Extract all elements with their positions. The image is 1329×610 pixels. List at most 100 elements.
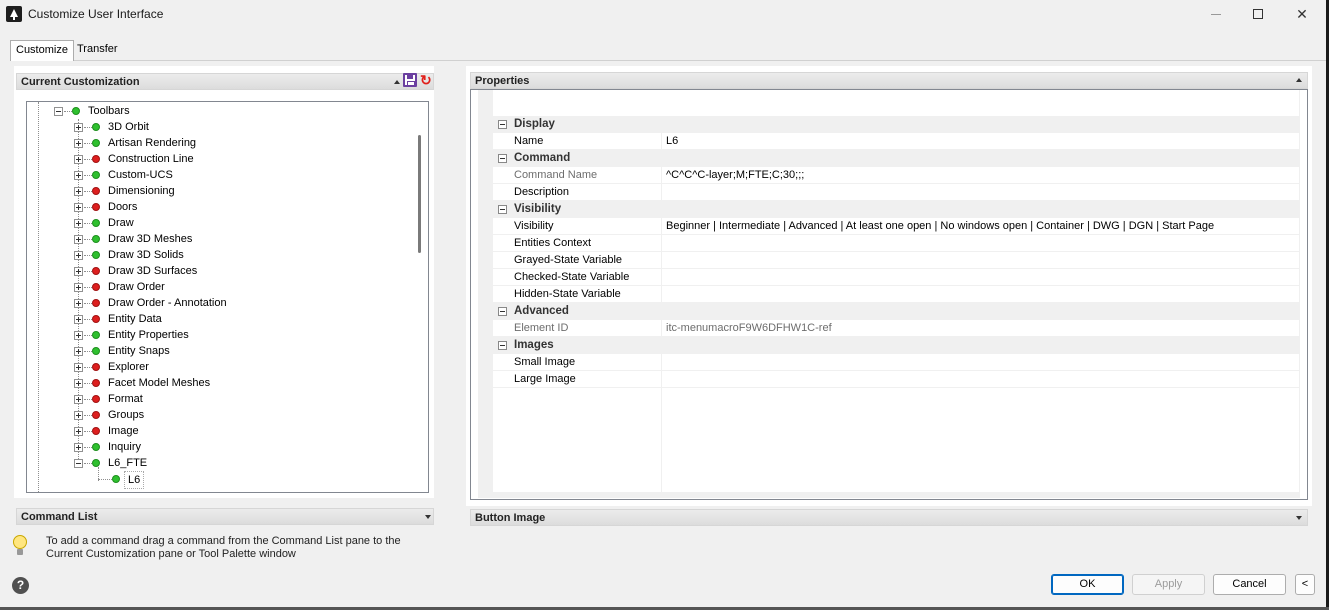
tree-item-entity-snaps[interactable]: Entity Snaps (74, 343, 404, 359)
expand-icon[interactable] (74, 299, 83, 308)
properties-header[interactable]: Properties (470, 72, 1308, 89)
tree-item-image[interactable]: Image (74, 423, 404, 439)
tree-item-construction-line[interactable]: Construction Line (74, 151, 404, 167)
expand-icon[interactable] (74, 443, 83, 452)
tree-item-toolbars[interactable]: Toolbars (54, 103, 394, 119)
tree-item-entity-data[interactable]: Entity Data (74, 311, 404, 327)
tree-scroll-thumb[interactable] (418, 135, 421, 253)
collapse-up-icon[interactable] (1296, 78, 1302, 82)
hint-text: To add a command drag a command from the… (46, 535, 401, 560)
expand-icon[interactable] (74, 219, 83, 228)
collapse-icon[interactable] (498, 154, 507, 163)
expand-icon[interactable] (74, 267, 83, 276)
tree-connector (84, 415, 92, 416)
category-advanced[interactable]: Advanced (493, 303, 1300, 320)
prop-row-checked-state[interactable]: Checked-State Variable (493, 269, 1300, 286)
tree-item-label: Draw (108, 217, 134, 229)
collapse-icon[interactable] (54, 107, 63, 116)
button-image-header[interactable]: Button Image (470, 509, 1308, 526)
expand-icon[interactable] (74, 187, 83, 196)
status-dot-icon (92, 123, 100, 131)
expand-icon[interactable] (74, 363, 83, 372)
prop-row-name[interactable]: Name L6 (493, 133, 1300, 150)
tree-item-l6[interactable]: L6 (94, 471, 294, 489)
tree-item-label: Entity Snaps (108, 345, 170, 357)
tree-item-label: Inquiry (108, 441, 142, 453)
category-label: Command (514, 152, 571, 164)
collapse-icon[interactable] (74, 459, 83, 468)
collapse-dialog-button[interactable]: < (1295, 574, 1315, 595)
tree-item-inquiry[interactable]: Inquiry (74, 439, 404, 455)
prop-label: Checked-State Variable (514, 271, 630, 283)
tree-item-draw-3d-meshes[interactable]: Draw 3D Meshes (74, 231, 404, 247)
minimize-button[interactable] (1194, 0, 1238, 28)
tree-item-draw-order[interactable]: Draw Order (74, 279, 404, 295)
expand-icon[interactable] (74, 315, 83, 324)
apply-button[interactable]: Apply (1132, 574, 1205, 595)
expand-icon[interactable] (74, 235, 83, 244)
save-icon[interactable] (403, 73, 417, 87)
expand-icon[interactable] (74, 123, 83, 132)
current-customization-header[interactable]: Current Customization (16, 73, 434, 90)
category-command[interactable]: Command (493, 150, 1300, 167)
tree-item-draw-3d-solids[interactable]: Draw 3D Solids (74, 247, 404, 263)
prop-row-command-name[interactable]: Command Name ^C^C^C-layer;M;FTE;C;30;;; (493, 167, 1300, 184)
collapse-icon[interactable] (498, 307, 507, 316)
tree-item-entity-properties[interactable]: Entity Properties (74, 327, 404, 343)
ok-button[interactable]: OK (1051, 574, 1124, 595)
tree-item-draw-3d-surfaces[interactable]: Draw 3D Surfaces (74, 263, 404, 279)
tree-item-dimensioning[interactable]: Dimensioning (74, 183, 404, 199)
expand-icon[interactable] (74, 347, 83, 356)
expand-icon[interactable] (74, 251, 83, 260)
cancel-button[interactable]: Cancel (1213, 574, 1286, 595)
expand-icon[interactable] (74, 411, 83, 420)
tree-item-draw[interactable]: Draw (74, 215, 404, 231)
tree-item-draw-order-annotation[interactable]: Draw Order - Annotation (74, 295, 404, 311)
tree-item-doors[interactable]: Doors (74, 199, 404, 215)
collapse-icon[interactable] (498, 120, 507, 129)
prop-row-description[interactable]: Description (493, 184, 1300, 201)
tree-item-format[interactable]: Format (74, 391, 404, 407)
expand-icon[interactable] (74, 283, 83, 292)
prop-row-visibility[interactable]: Visibility Beginner | Intermediate | Adv… (493, 218, 1300, 235)
expand-icon[interactable] (74, 427, 83, 436)
tree-item-groups[interactable]: Groups (74, 407, 404, 423)
expand-icon[interactable] (74, 395, 83, 404)
expand-icon[interactable] (74, 171, 83, 180)
prop-row-element-id[interactable]: Element ID itc-menumacroF9W6DFHW1C-ref (493, 320, 1300, 337)
tab-transfer[interactable]: Transfer (72, 40, 123, 60)
lightbulb-icon (13, 535, 27, 557)
tree-item-explorer[interactable]: Explorer (74, 359, 404, 375)
expand-icon[interactable] (74, 379, 83, 388)
tree-connector (84, 191, 92, 192)
collapse-icon[interactable] (498, 205, 507, 214)
collapse-up-icon[interactable] (394, 80, 400, 84)
tree-item-l6-fte[interactable]: L6_FTE (74, 455, 404, 471)
expand-down-icon[interactable] (425, 515, 431, 519)
maximize-button[interactable] (1236, 0, 1280, 28)
expand-down-icon[interactable] (1296, 516, 1302, 520)
prop-row-small-image[interactable]: Small Image (493, 354, 1300, 371)
collapse-icon[interactable] (498, 341, 507, 350)
expand-icon[interactable] (74, 331, 83, 340)
help-icon[interactable]: ? (12, 577, 29, 594)
tree-item-facet-model-meshes[interactable]: Facet Model Meshes (74, 375, 404, 391)
expand-icon[interactable] (74, 203, 83, 212)
category-visibility[interactable]: Visibility (493, 201, 1300, 218)
category-display[interactable]: Display (493, 116, 1300, 133)
expand-icon[interactable] (74, 155, 83, 164)
tree-item-custom-ucs[interactable]: Custom-UCS (74, 167, 404, 183)
expand-icon[interactable] (74, 139, 83, 148)
prop-row-large-image[interactable]: Large Image (493, 371, 1300, 388)
category-images[interactable]: Images (493, 337, 1300, 354)
tree-item-artisan-rendering[interactable]: Artisan Rendering (74, 135, 404, 151)
command-list-header[interactable]: Command List (16, 508, 434, 525)
tree-item-3d-orbit[interactable]: 3D Orbit (74, 119, 404, 135)
tab-customize[interactable]: Customize (10, 40, 74, 61)
tree-item-label: Entity Properties (108, 329, 189, 341)
close-button[interactable]: ✕ (1280, 0, 1324, 28)
reload-icon[interactable]: ↻ (420, 72, 436, 88)
prop-row-hidden-state[interactable]: Hidden-State Variable (493, 286, 1300, 303)
prop-row-grayed-state[interactable]: Grayed-State Variable (493, 252, 1300, 269)
prop-row-entities-context[interactable]: Entities Context (493, 235, 1300, 252)
